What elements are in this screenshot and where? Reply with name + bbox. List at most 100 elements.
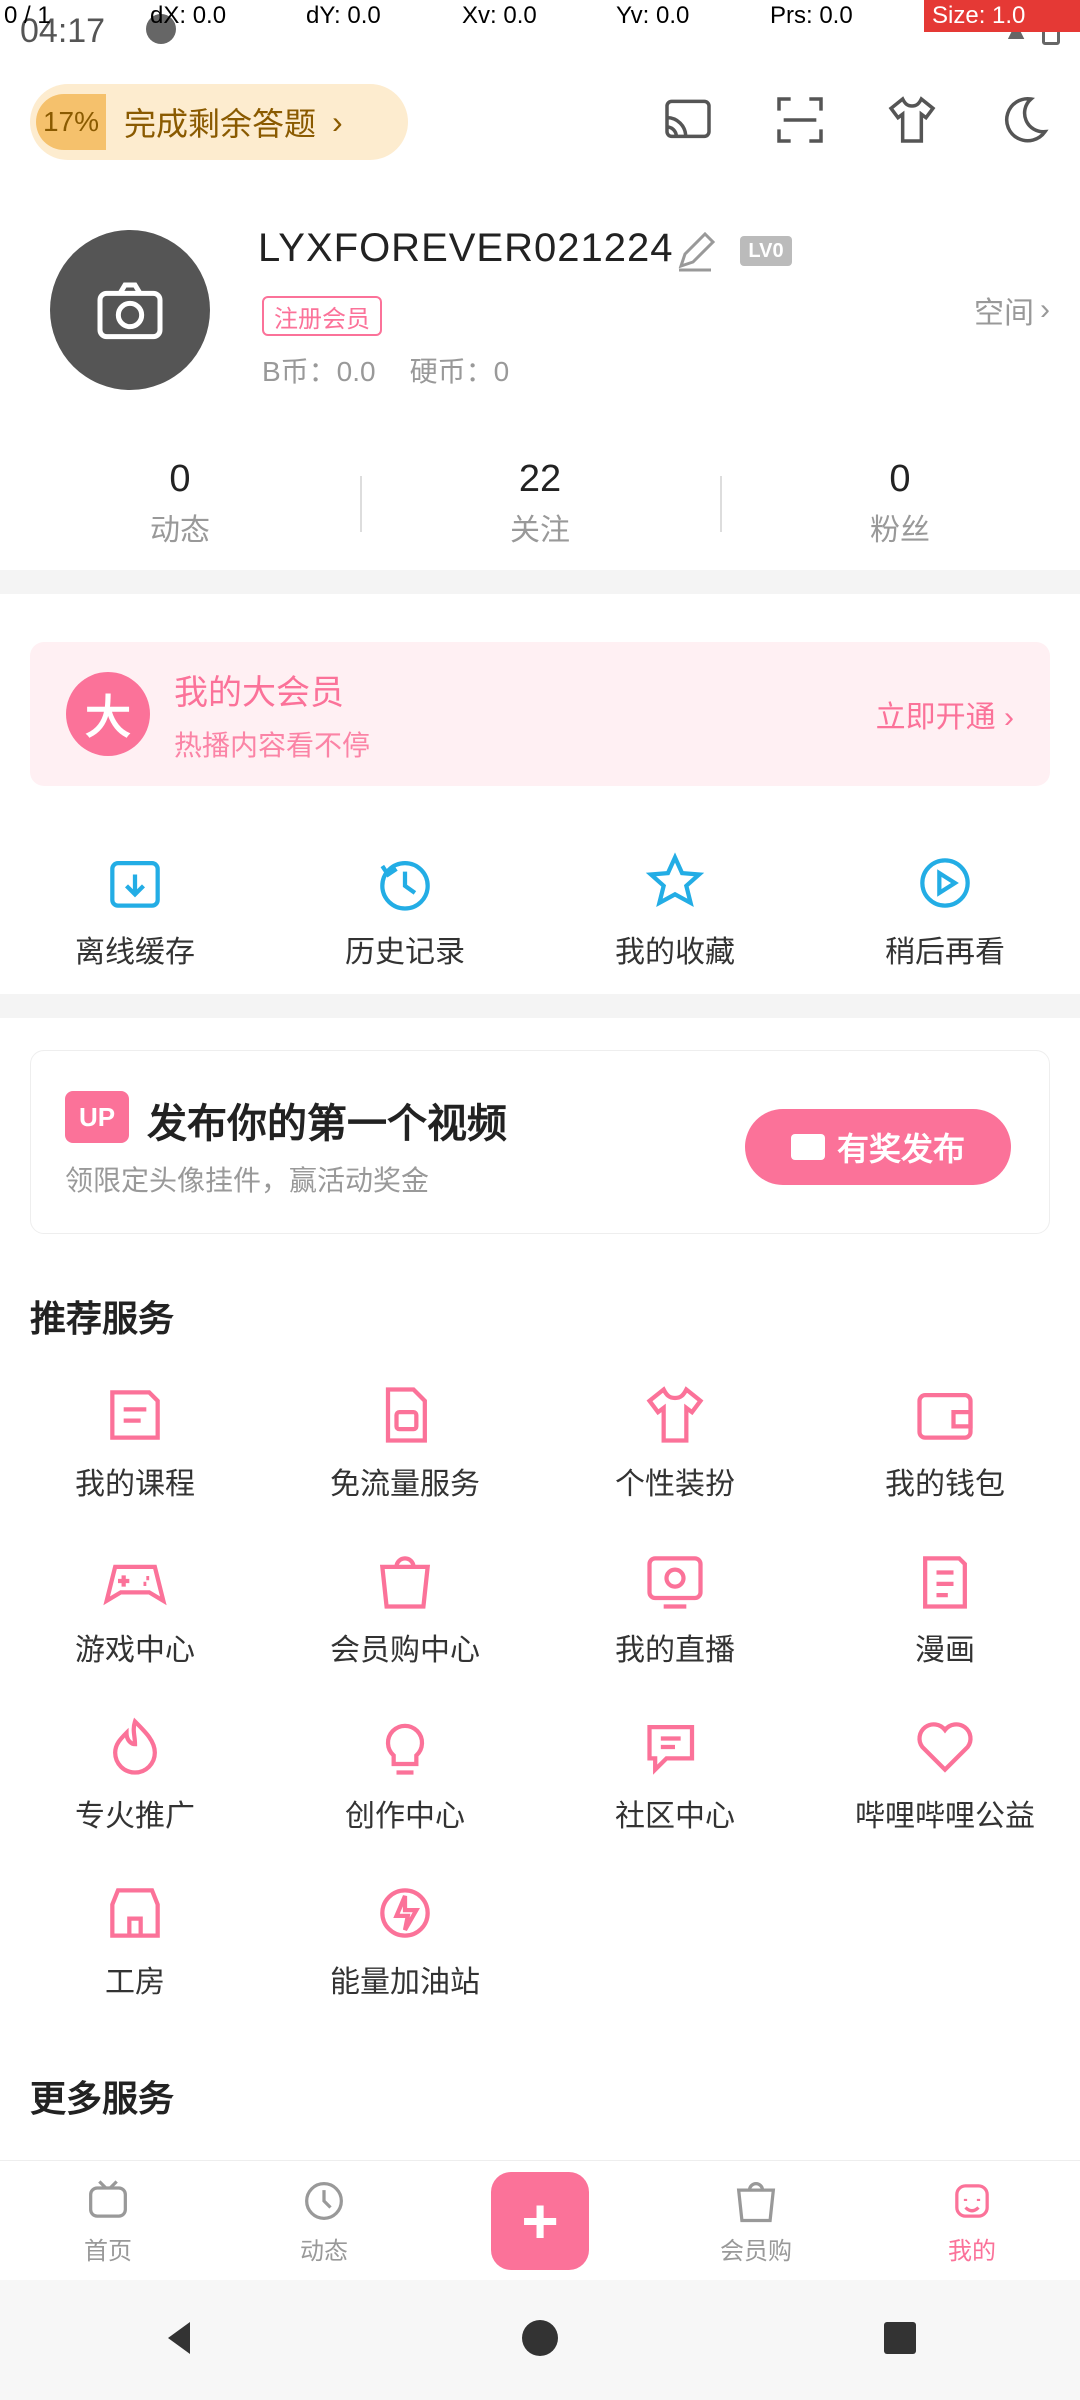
cell-label: 工房 bbox=[105, 1966, 165, 1999]
camera-icon bbox=[97, 282, 163, 340]
stats-row: 0 动态 22 关注 0 粉丝 bbox=[0, 440, 1080, 566]
upload-title: 发布你的第一个视频 bbox=[147, 1102, 507, 1146]
answers-text: 完成剩余答题 bbox=[124, 106, 317, 142]
cell-label: 专火推广 bbox=[75, 1800, 195, 1833]
tab-me[interactable]: 我的 bbox=[864, 2161, 1080, 2280]
vip-badge-icon: 大 bbox=[66, 672, 150, 756]
recommend-row-1: 我的课程 免流量服务 个性装扮 我的钱包 bbox=[0, 1366, 1080, 1518]
quick-history[interactable]: 历史记录 bbox=[270, 834, 540, 986]
space-link[interactable]: 空间 › bbox=[974, 288, 1050, 332]
service-energy-station[interactable]: 能量加油站 bbox=[270, 1864, 540, 2016]
service-comics[interactable]: 漫画 bbox=[810, 1532, 1080, 1684]
debug-dx: dX: 0.0 bbox=[150, 2, 227, 29]
space-link-label: 空间 bbox=[974, 297, 1034, 330]
reward-publish-label: 有奖发布 bbox=[836, 1131, 965, 1167]
service-promotion[interactable]: 专火推广 bbox=[0, 1698, 270, 1850]
star-icon bbox=[645, 852, 705, 908]
service-my-live[interactable]: 我的直播 bbox=[540, 1532, 810, 1684]
history-icon bbox=[380, 861, 430, 911]
cell-label: 能量加油站 bbox=[330, 1966, 480, 1999]
service-courses[interactable]: 我的课程 bbox=[0, 1366, 270, 1518]
add-icon: + bbox=[491, 2171, 589, 2270]
service-member-shop[interactable]: 会员购中心 bbox=[270, 1532, 540, 1684]
vip-open-label: 立即开通 bbox=[875, 701, 996, 734]
download-icon bbox=[110, 861, 160, 908]
vip-open-button[interactable]: 立即开通 › bbox=[876, 692, 1014, 736]
tab-member-shop[interactable]: 会员购 bbox=[648, 2161, 864, 2280]
upload-subtitle: 领限定头像挂件，赢活动奖金 bbox=[65, 1165, 430, 1196]
debug-xv: Xv: 0.0 bbox=[462, 2, 537, 29]
live-icon bbox=[647, 1556, 703, 1609]
stat-following[interactable]: 22 关注 bbox=[360, 440, 720, 566]
debug-yv: Yv: 0.0 bbox=[616, 2, 690, 29]
tab-label: 首页 bbox=[84, 2238, 132, 2265]
tab-label: 会员购 bbox=[720, 2238, 792, 2265]
service-free-data[interactable]: 免流量服务 bbox=[270, 1366, 540, 1518]
cell-label: 我的收藏 bbox=[615, 936, 735, 969]
vip-banner[interactable]: 大 我的大会员 热播内容看不停 立即开通 › bbox=[30, 642, 1050, 786]
cell-label: 离线缓存 bbox=[75, 936, 195, 969]
gamepad-icon bbox=[103, 1564, 167, 1606]
stat-label: 关注 bbox=[510, 513, 570, 547]
profile-section: LYXFOREVER021224 LV0 注册会员 空间 › B币：0.0 硬币… bbox=[0, 200, 1080, 440]
vip-texts: 我的大会员 热播内容看不停 bbox=[174, 665, 370, 764]
top-bar: 17% 完成剩余答题 › bbox=[0, 64, 1080, 176]
stat-followers[interactable]: 0 粉丝 bbox=[720, 440, 1080, 566]
coin-value: 硬币：0 bbox=[409, 356, 510, 387]
home-button[interactable] bbox=[516, 2314, 564, 2367]
sim-icon bbox=[385, 1387, 427, 1443]
stat-number: 0 bbox=[169, 457, 191, 500]
bulb-icon bbox=[385, 1723, 425, 1775]
home-circle-icon bbox=[522, 2319, 558, 2356]
dynamic-icon bbox=[305, 2182, 343, 2220]
service-charity[interactable]: 哔哩哔哩公益 bbox=[810, 1698, 1080, 1850]
cell-label: 漫画 bbox=[915, 1634, 975, 1667]
reward-publish-button[interactable]: 有奖发布 bbox=[745, 1109, 1011, 1185]
back-button[interactable] bbox=[156, 2314, 204, 2367]
moon-icon[interactable] bbox=[968, 64, 1080, 176]
service-decor[interactable]: 个性装扮 bbox=[540, 1366, 810, 1518]
service-wallet[interactable]: 我的钱包 bbox=[810, 1366, 1080, 1518]
cell-label: 哔哩哔哩公益 bbox=[855, 1800, 1035, 1833]
tab-home[interactable]: 首页 bbox=[0, 2161, 216, 2280]
pointer-debug-bar: 0 / 1 dX: 0.0 dY: 0.0 Xv: 0.0 Yv: 0.0 Pr… bbox=[0, 0, 1080, 32]
recents-icon bbox=[884, 2321, 916, 2354]
quick-favorites[interactable]: 我的收藏 bbox=[540, 834, 810, 986]
quick-offline-cache[interactable]: 离线缓存 bbox=[0, 834, 270, 986]
cell-label: 我的课程 bbox=[75, 1468, 195, 1501]
quick-watch-later[interactable]: 稍后再看 bbox=[810, 834, 1080, 986]
upload-banner[interactable]: UP 发布你的第一个视频 领限定头像挂件，赢活动奖金 有奖发布 bbox=[30, 1050, 1050, 1234]
more-services-title: 更多服务 bbox=[30, 2078, 175, 2119]
bcoin-value: B币：0.0 bbox=[262, 356, 376, 387]
service-game-center[interactable]: 游戏中心 bbox=[0, 1532, 270, 1684]
wallet-icon bbox=[917, 1393, 973, 1440]
cell-label: 我的直播 bbox=[615, 1634, 735, 1667]
username: LYXFOREVER021224 bbox=[258, 226, 674, 270]
cell-label: 创作中心 bbox=[345, 1800, 465, 1833]
tab-publish[interactable]: + bbox=[432, 2161, 648, 2280]
flame-icon bbox=[113, 1717, 157, 1775]
recents-button[interactable] bbox=[876, 2314, 924, 2367]
chevron-right-icon: › bbox=[332, 103, 343, 140]
service-community-center[interactable]: 社区中心 bbox=[540, 1698, 810, 1850]
scan-icon[interactable] bbox=[744, 64, 856, 176]
debug-dy: dY: 0.0 bbox=[306, 2, 381, 29]
tab-dynamic[interactable]: 动态 bbox=[216, 2161, 432, 2280]
cast-icon[interactable] bbox=[632, 64, 744, 176]
cell-label: 游戏中心 bbox=[75, 1634, 195, 1667]
stat-dynamic[interactable]: 0 动态 bbox=[0, 440, 360, 566]
avatar[interactable] bbox=[50, 230, 210, 390]
answers-pill[interactable]: 17% 完成剩余答题 › bbox=[30, 84, 408, 160]
cell-label: 个性装扮 bbox=[615, 1468, 735, 1501]
tshirt-icon[interactable] bbox=[856, 64, 968, 176]
tab-label: 我的 bbox=[948, 2238, 996, 2265]
register-member-tag: 注册会员 bbox=[262, 296, 382, 336]
edit-icon[interactable] bbox=[668, 228, 722, 276]
service-workshop[interactable]: 工房 bbox=[0, 1864, 270, 2016]
stat-number: 0 bbox=[889, 457, 911, 500]
stat-label: 粉丝 bbox=[870, 513, 930, 547]
watch-later-icon bbox=[920, 858, 970, 908]
debug-prs: Prs: 0.0 bbox=[770, 2, 853, 29]
chevron-right-icon: › bbox=[1004, 701, 1014, 734]
service-creator-center[interactable]: 创作中心 bbox=[270, 1698, 540, 1850]
